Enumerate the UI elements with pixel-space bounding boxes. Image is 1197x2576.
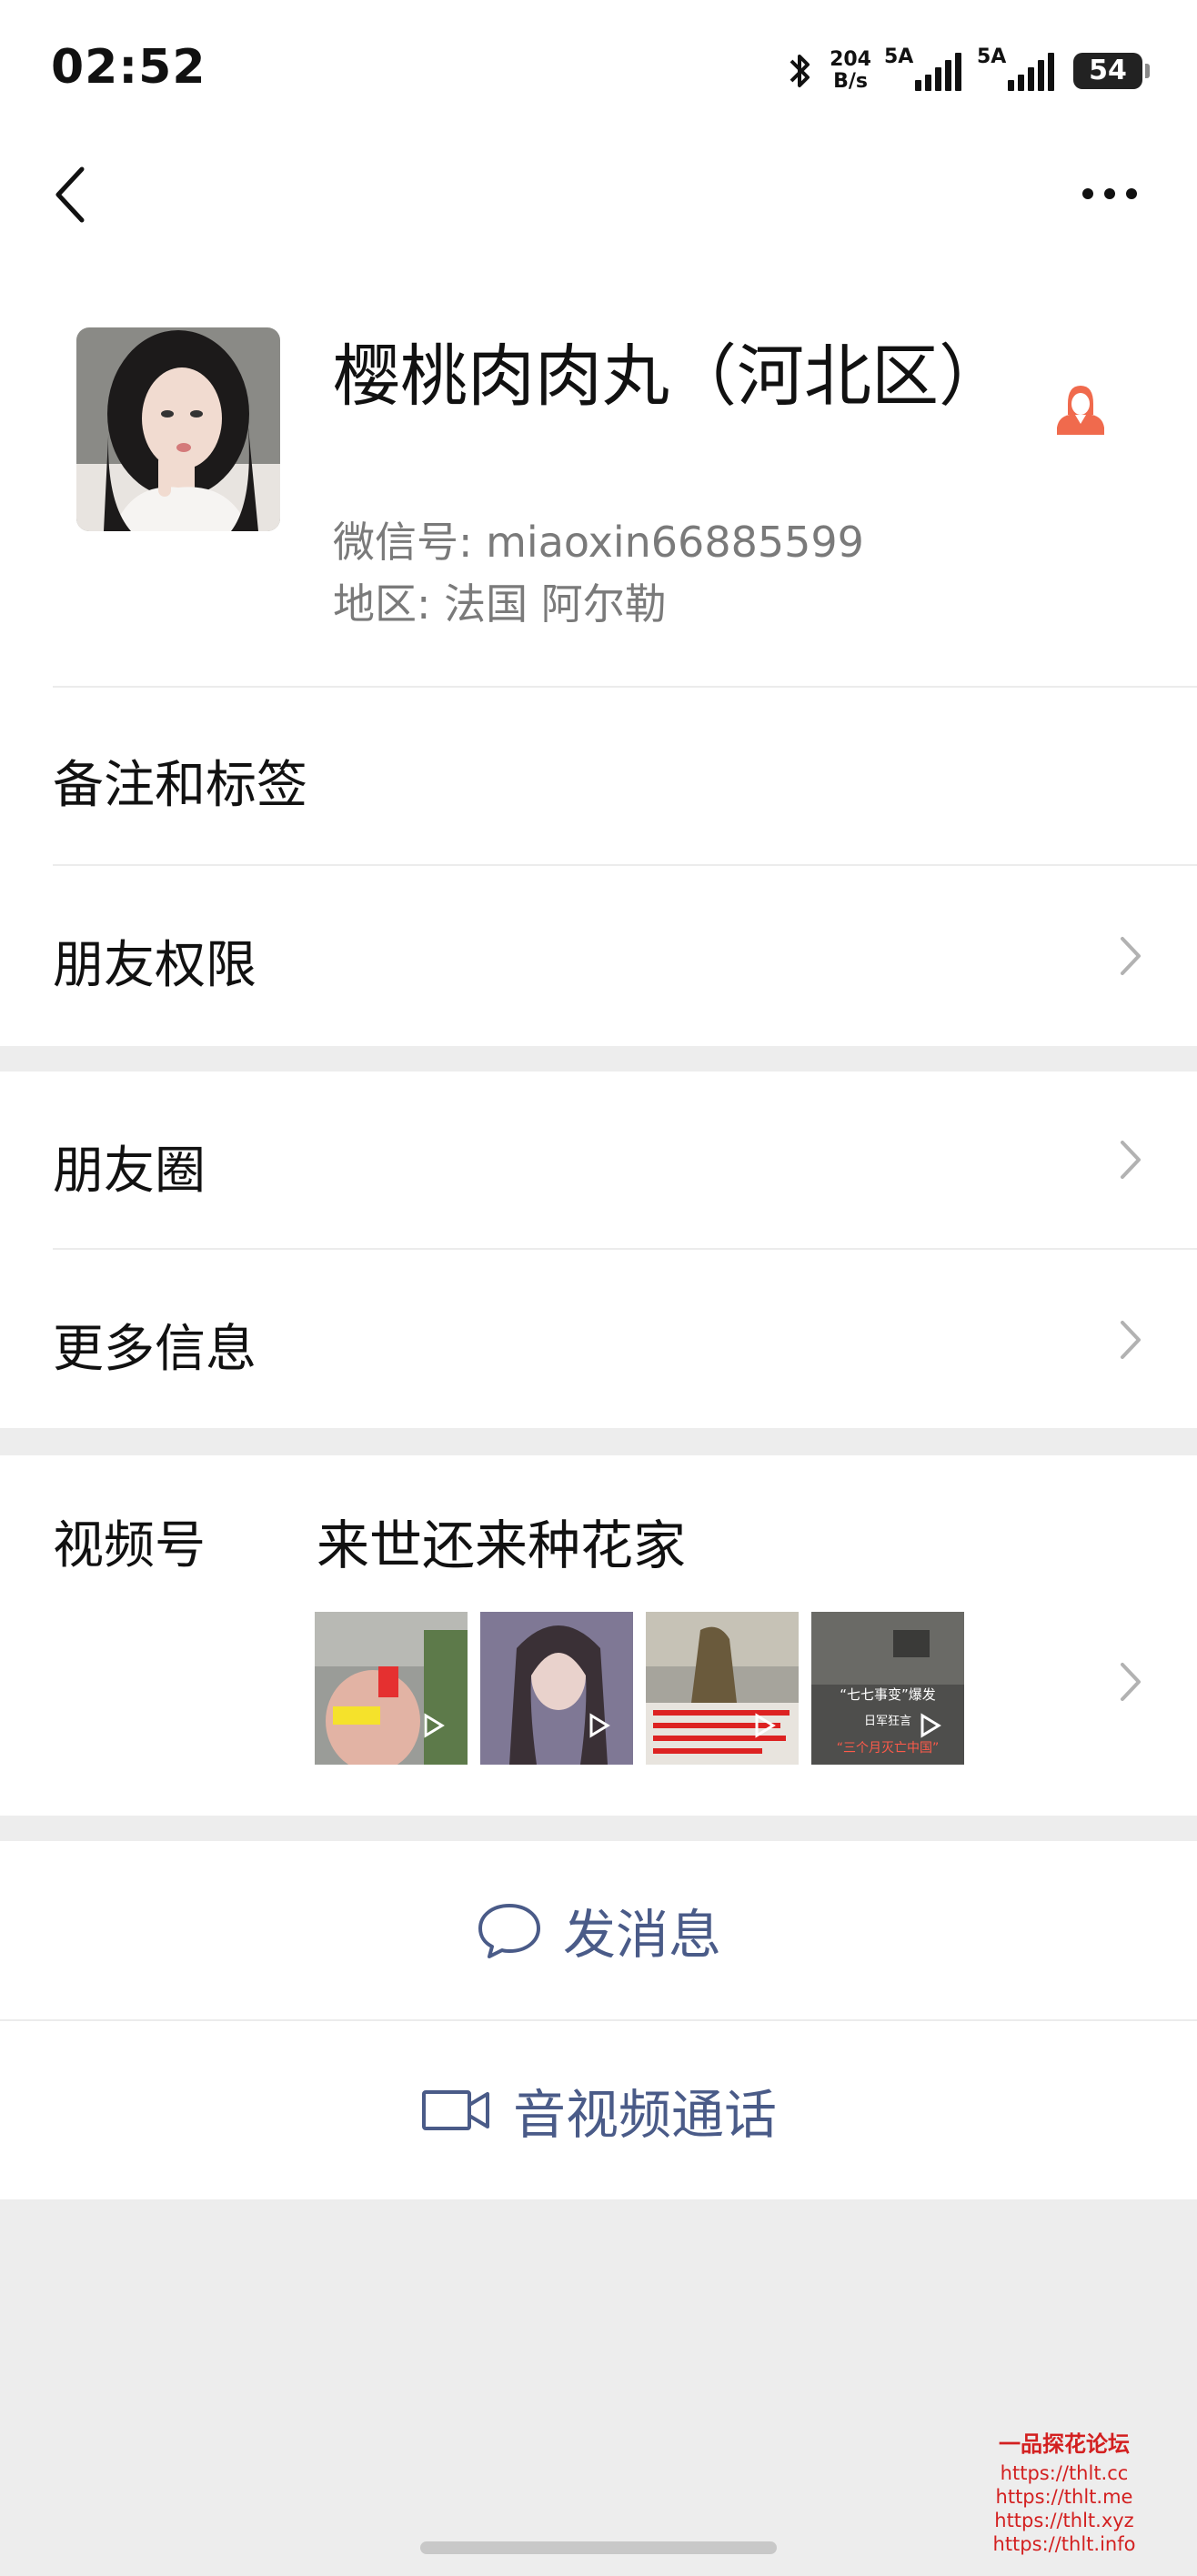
svg-text:“七七事变”爆发: “七七事变”爆发 (840, 1686, 936, 1703)
video-camera-icon (421, 2090, 489, 2130)
back-arrow-icon (55, 166, 85, 223)
status-time: 02:52 (51, 40, 206, 95)
watermark-brand: 一品探花论坛 (999, 2431, 1130, 2457)
friend-permissions-label: 朋友权限 (53, 936, 256, 995)
more-dots-icon (1073, 173, 1146, 215)
channel-name[interactable]: 来世还来种花家 (317, 1503, 686, 1579)
net-speed-unit: B/s (833, 70, 868, 93)
chevron-right-icon (1121, 1321, 1141, 1359)
battery-icon: 54 (1073, 53, 1150, 89)
watermark-url: https://thlt.me (995, 2486, 1133, 2508)
signal-sim1-icon: 5A (884, 45, 964, 91)
more-options-button[interactable] (1073, 173, 1146, 215)
channel-thumbnail-1[interactable] (315, 1612, 468, 1765)
channel-thumbnail-3[interactable] (646, 1612, 799, 1765)
video-call-label: 音视频通话 (512, 2084, 777, 2146)
thumbnail-image (315, 1612, 468, 1765)
svg-text:日军狂言: 日军狂言 (864, 1715, 911, 1728)
moments-label: 朋友圈 (53, 1142, 206, 1201)
net-speed-value: 204 (830, 48, 871, 71)
svg-text:“三个月灭亡中国”: “三个月灭亡中国” (837, 1741, 940, 1756)
remarks-tags-row[interactable]: 备注和标签 (0, 688, 1197, 864)
status-indicators: 204 B/s 5A 5A 54 (786, 45, 1150, 96)
chat-bubble-icon (478, 1904, 540, 1958)
send-message-label: 发消息 (562, 1904, 721, 1966)
wechat-id[interactable]: 微信号: miaoxin66885599 (333, 509, 864, 569)
more-info-label: 更多信息 (53, 1320, 256, 1379)
channel-thumbnail-2[interactable] (480, 1612, 633, 1765)
video-call-button[interactable]: 音视频通话 (0, 2021, 1197, 2199)
bluetooth-icon (790, 55, 810, 87)
watermark-url: https://thlt.cc (1000, 2462, 1129, 2484)
watermark-url: https://thlt.xyz (994, 2510, 1134, 2531)
channels-label: 视频号 (53, 1516, 206, 1575)
home-indicator[interactable] (420, 2541, 777, 2554)
avatar[interactable] (76, 327, 280, 531)
net-speed: 204 B/s (830, 49, 871, 93)
region: 地区: 法国 阿尔勒 (333, 579, 667, 629)
more-info-row[interactable]: 更多信息 (0, 1250, 1197, 1428)
watermark-url: https://thlt.info (992, 2533, 1136, 2555)
channel-thumbnail-4[interactable]: “七七事变”爆发 日军狂言 “三个月灭亡中国” (811, 1612, 964, 1765)
sim2-label: 5A (977, 45, 1007, 68)
thumbnail-image: “七七事变”爆发 日军狂言 “三个月灭亡中国” (811, 1612, 964, 1765)
send-message-button[interactable]: 发消息 (0, 1841, 1197, 2019)
friend-permissions-row[interactable]: 朋友权限 (0, 866, 1197, 1044)
thumbnail-image (480, 1612, 633, 1765)
chevron-right-icon (1121, 1663, 1141, 1701)
chevron-right-icon (1121, 937, 1141, 975)
thumbnail-image (646, 1612, 799, 1765)
status-bar: 02:52 204 B/s 5A 5A 54 (0, 0, 1197, 136)
sim1-label: 5A (884, 45, 914, 68)
profile-name: 樱桃肉肉丸（河北区） (333, 337, 1006, 416)
watermark: 一品探花论坛 https://thlt.cc https://thlt.me h… (973, 2432, 1155, 2556)
moments-row[interactable]: 朋友圈 (0, 1072, 1197, 1248)
remarks-tags-label: 备注和标签 (53, 756, 307, 815)
female-gender-icon (1057, 386, 1104, 435)
avatar-image (76, 327, 280, 531)
signal-sim2-icon: 5A (977, 45, 1057, 91)
back-button[interactable] (47, 160, 102, 229)
chevron-right-icon (1121, 1141, 1141, 1179)
